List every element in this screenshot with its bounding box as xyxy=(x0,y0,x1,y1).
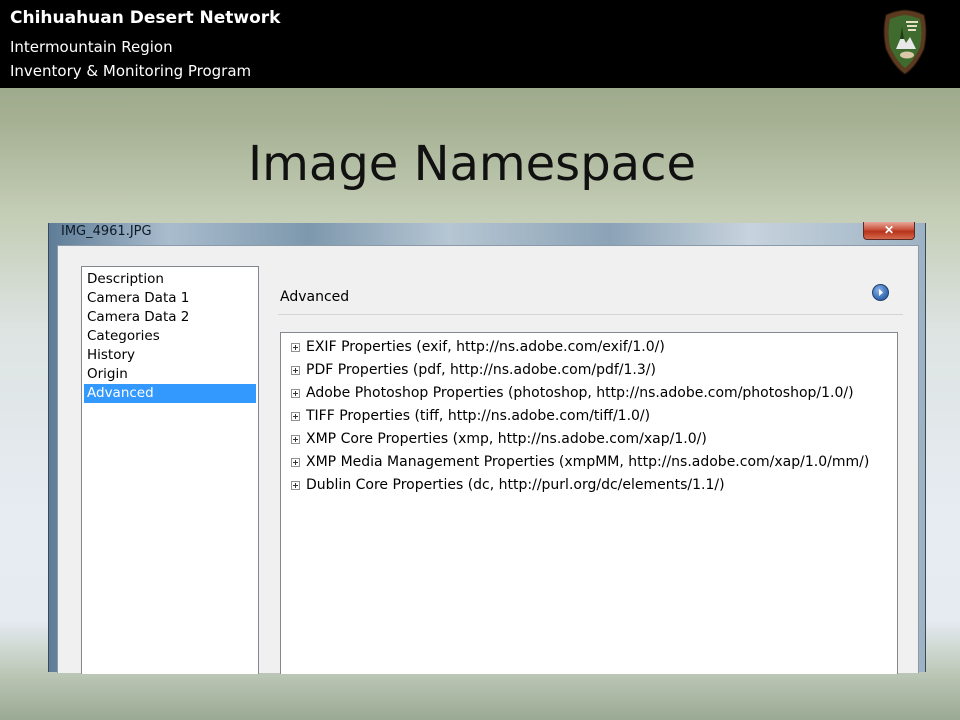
sidebar-item-description[interactable]: Description xyxy=(84,270,256,289)
expand-plus-icon[interactable] xyxy=(291,343,300,352)
tree-item-label: XMP Core Properties (xmp, http://ns.adob… xyxy=(306,431,707,447)
close-button[interactable]: ✕ xyxy=(863,222,915,240)
sidebar-item-camera-data-1[interactable]: Camera Data 1 xyxy=(84,289,256,308)
tree-item[interactable]: XMP Core Properties (xmp, http://ns.adob… xyxy=(291,428,707,450)
expand-plus-icon[interactable] xyxy=(291,458,300,467)
network-name: Chihuahuan Desert Network xyxy=(10,8,281,28)
tree-item[interactable]: TIFF Properties (tiff, http://ns.adobe.c… xyxy=(291,405,650,427)
region-name: Intermountain Region xyxy=(10,38,173,56)
sidebar-item-origin[interactable]: Origin xyxy=(84,365,256,384)
panel-divider xyxy=(278,314,903,315)
slide-header: Chihuahuan Desert Network Intermountain … xyxy=(0,0,960,88)
tree-item[interactable]: PDF Properties (pdf, http://ns.adobe.com… xyxy=(291,359,656,381)
dialog-title: IMG_4961.JPG xyxy=(61,224,152,239)
arrowhead-logo-icon xyxy=(883,9,927,75)
tree-item-label: Adobe Photoshop Properties (photoshop, h… xyxy=(306,385,854,401)
expand-plus-icon[interactable] xyxy=(291,481,300,490)
tree-item[interactable]: XMP Media Management Properties (xmpMM, … xyxy=(291,451,869,473)
category-list[interactable]: Description Camera Data 1 Camera Data 2 … xyxy=(81,266,259,674)
slide-title: Image Namespace xyxy=(247,136,696,192)
tree-item[interactable]: Adobe Photoshop Properties (photoshop, h… xyxy=(291,382,854,404)
dialog-client-area: Description Camera Data 1 Camera Data 2 … xyxy=(57,245,919,674)
file-info-dialog: IMG_4961.JPG ✕ Description Camera Data 1… xyxy=(48,222,926,674)
expand-plus-icon[interactable] xyxy=(291,366,300,375)
circle-arrow-right-icon[interactable] xyxy=(872,284,889,301)
tree-item[interactable]: EXIF Properties (exif, http://ns.adobe.c… xyxy=(291,336,665,358)
expand-plus-icon[interactable] xyxy=(291,389,300,398)
tree-item-label: PDF Properties (pdf, http://ns.adobe.com… xyxy=(306,362,656,378)
program-name: Inventory & Monitoring Program xyxy=(10,62,252,80)
sidebar-item-advanced[interactable]: Advanced xyxy=(84,384,256,403)
namespace-tree[interactable]: EXIF Properties (exif, http://ns.adobe.c… xyxy=(280,332,898,674)
sidebar-item-history[interactable]: History xyxy=(84,346,256,365)
tree-item-label: TIFF Properties (tiff, http://ns.adobe.c… xyxy=(306,408,651,424)
tree-item[interactable]: Dublin Core Properties (dc, http://purl.… xyxy=(291,474,725,496)
tree-item-label: Dublin Core Properties (dc, http://purl.… xyxy=(306,477,725,493)
tree-item-label: EXIF Properties (exif, http://ns.adobe.c… xyxy=(306,339,665,355)
expand-plus-icon[interactable] xyxy=(291,435,300,444)
sidebar-item-camera-data-2[interactable]: Camera Data 2 xyxy=(84,308,256,327)
tree-item-label: XMP Media Management Properties (xmpMM, … xyxy=(306,454,870,470)
panel-title: Advanced xyxy=(280,289,350,305)
sidebar-item-categories[interactable]: Categories xyxy=(84,327,256,346)
expand-plus-icon[interactable] xyxy=(291,412,300,421)
